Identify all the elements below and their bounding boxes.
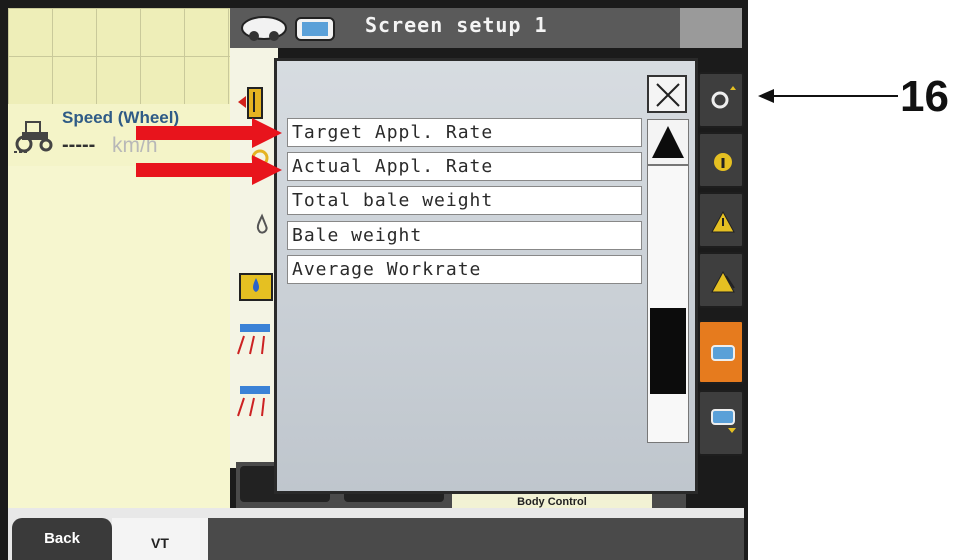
screen-l2-icon — [711, 409, 736, 433]
list-item-target-appl-rate[interactable]: Target Appl. Rate — [287, 118, 642, 147]
softkey-info[interactable] — [698, 132, 744, 188]
speed-value: ----- — [62, 134, 96, 156]
softkey-screen-l2[interactable] — [698, 390, 744, 456]
triangle-up-icon — [652, 126, 684, 158]
wrench-settings-icon — [711, 86, 736, 109]
callout-line — [762, 95, 898, 97]
back-button[interactable]: Back — [12, 518, 112, 560]
tank-icon — [239, 273, 273, 301]
close-button[interactable] — [647, 75, 687, 113]
bottom-bar: Back VT — [8, 508, 744, 560]
liquid-drop-icon — [256, 213, 268, 234]
red-arrow-target-rate — [136, 118, 282, 148]
info-icon — [714, 153, 732, 171]
softkey-screen-l1[interactable] — [698, 320, 744, 384]
tractor-icon — [14, 121, 53, 153]
terminal-screen-photo: Speed (Wheel) ----- km/h Screen setup 1 … — [0, 0, 748, 560]
vt-tab[interactable]: VT — [112, 518, 208, 560]
screen-l1-icon — [711, 345, 735, 361]
warning-filter-icon — [711, 270, 735, 293]
list-item-total-bale-weight[interactable]: Total bale weight — [287, 186, 642, 215]
close-icon — [656, 83, 680, 107]
function-icon-column — [230, 48, 278, 468]
list-item-actual-appl-rate[interactable]: Actual Appl. Rate — [287, 152, 642, 181]
scrollbar-thumb[interactable] — [650, 308, 686, 394]
red-arrow-actual-rate — [136, 155, 282, 185]
scroll-up-button[interactable] — [647, 119, 689, 165]
bottom-bar-fill — [208, 518, 744, 560]
left-lower-area — [8, 166, 230, 508]
softkey-column — [698, 72, 744, 468]
implement-monitor-icon — [241, 16, 335, 41]
scrollbar-track[interactable] — [647, 165, 689, 443]
softkey-warning[interactable] — [698, 192, 744, 248]
softkey-settings[interactable] — [698, 72, 744, 128]
boom-section-icon — [237, 386, 270, 417]
header-right-panel — [680, 8, 742, 48]
warning-icon — [711, 210, 735, 233]
list-item-average-workrate[interactable]: Average Workrate — [287, 255, 642, 284]
boom-spray-icon — [237, 324, 270, 355]
list-item-bale-weight[interactable]: Bale weight — [287, 221, 642, 250]
item-select-popup: Target Appl. Rate Actual Appl. Rate Tota… — [274, 58, 698, 494]
empty-grid-area — [8, 8, 230, 104]
left-panel: Speed (Wheel) ----- km/h — [8, 8, 230, 508]
softkey-warning-filter[interactable] — [698, 252, 744, 308]
callout-number: 16 — [900, 72, 949, 121]
page-title: Screen setup 1 — [365, 13, 548, 37]
header-bar: Screen setup 1 — [230, 8, 680, 48]
